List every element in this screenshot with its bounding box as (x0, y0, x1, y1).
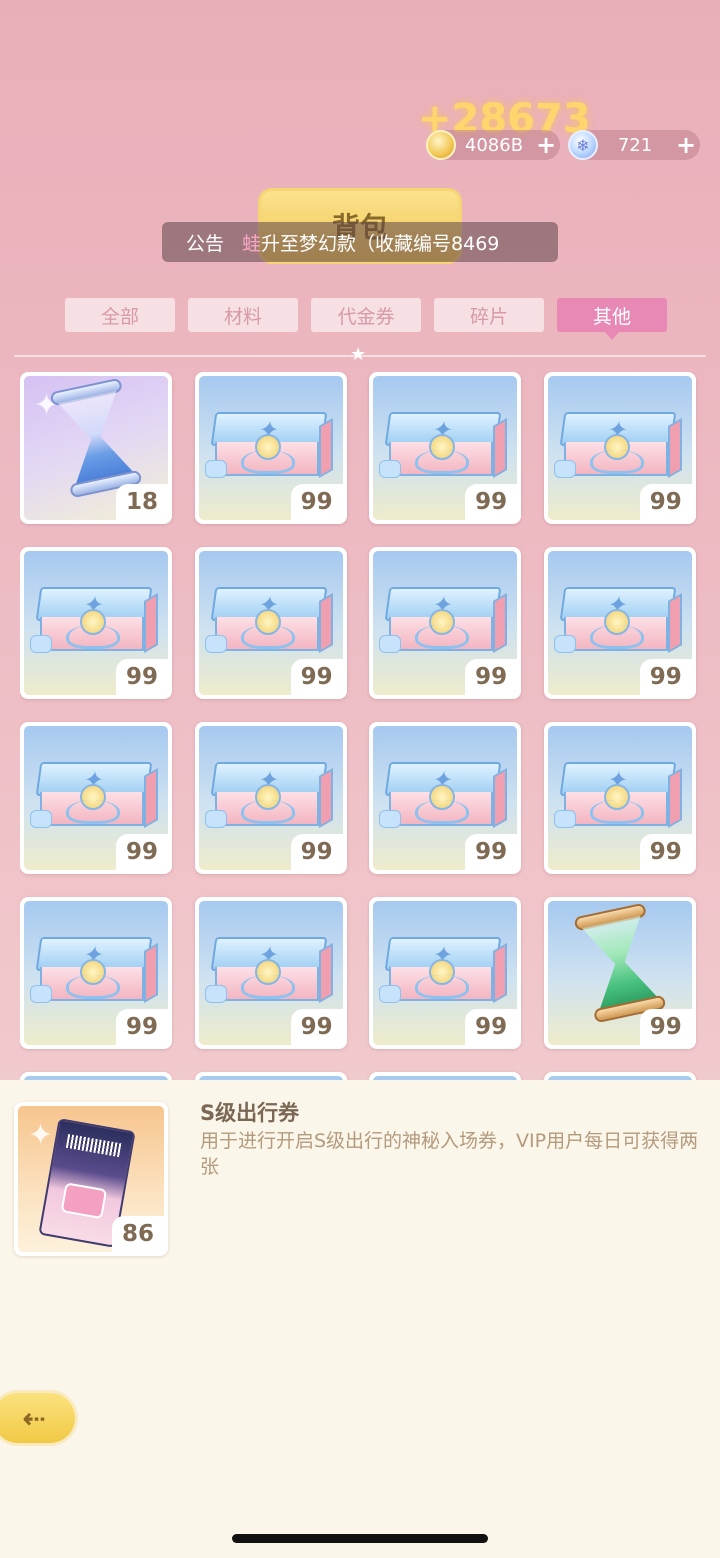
tab-fragments[interactable]: 碎片 (434, 298, 544, 332)
gift-box-icon (379, 937, 508, 1007)
add-coin-button[interactable]: + (532, 131, 560, 159)
item-grid: ✦ 18 99 99 99 99 99 99 99 99 99 99 99 (20, 372, 700, 1080)
item-slot[interactable]: 99 (194, 547, 347, 699)
add-gem-button[interactable]: + (672, 131, 700, 159)
snowflake-gem-icon: ❄ (568, 130, 598, 160)
tab-other[interactable]: 其他 (557, 298, 667, 340)
coin-amount: 4086B (464, 134, 524, 156)
tab-materials[interactable]: 材料 (188, 298, 298, 332)
item-slot[interactable]: 99 (369, 372, 522, 524)
selected-item-slot: ✦ 86 (14, 1102, 168, 1256)
home-indicator (232, 1534, 488, 1543)
star-icon: ★ (350, 344, 367, 365)
item-slot[interactable] (543, 1072, 696, 1080)
item-slot[interactable]: 99 (543, 722, 696, 874)
item-count: 99 (290, 659, 343, 695)
item-description: 用于进行开启S级出行的神秘入场券，VIP用户每日可获得两张 (200, 1130, 699, 1178)
item-slot[interactable]: ✦ 18 (20, 372, 172, 524)
notice-label: 公告 (186, 232, 225, 255)
item-count: 99 (290, 484, 343, 520)
gift-box-icon (204, 587, 333, 657)
item-count: 99 (639, 659, 692, 695)
item-count: 99 (115, 834, 168, 870)
gift-box-icon (204, 762, 333, 832)
category-tabs: 全部 材料 代金券 碎片 其他 (65, 298, 667, 340)
item-count: 99 (639, 484, 692, 520)
gift-box-icon (379, 587, 508, 657)
item-slot[interactable]: 99 (20, 897, 172, 1049)
item-count: 99 (465, 484, 518, 520)
item-count: 99 (465, 834, 518, 870)
back-button[interactable]: ⇠ (0, 1390, 78, 1446)
gift-box-icon (379, 412, 508, 482)
green-hourglass-icon (566, 901, 675, 1025)
item-count: 99 (115, 1009, 168, 1045)
tab-vouchers[interactable]: 代金券 (311, 298, 421, 332)
item-count: 99 (639, 834, 692, 870)
item-slot[interactable]: 99 (369, 897, 522, 1049)
notice-text: 升至梦幻款（收藏编号8469 (261, 232, 500, 255)
gem-amount: 721 (617, 134, 653, 156)
notice-banner: 公告 蛙 升至梦幻款（收藏编号8469 (162, 222, 558, 262)
item-count: 99 (465, 1009, 518, 1045)
item-slot[interactable]: 99 (543, 547, 696, 699)
gift-box-icon (30, 762, 158, 832)
item-slot[interactable]: 99 (369, 722, 522, 874)
gift-box-icon (30, 587, 158, 657)
tab-all[interactable]: 全部 (65, 298, 175, 332)
item-slot[interactable]: 99 (194, 722, 347, 874)
item-slot[interactable]: 99 (20, 722, 172, 874)
gift-box-icon (553, 587, 682, 657)
item-count: 99 (290, 1009, 343, 1045)
coin-balance: 4086B + (426, 130, 560, 160)
back-arrow-icon: ⇠ (22, 1401, 46, 1435)
item-name: S级出行券 (200, 1101, 300, 1125)
notice-highlight: 蛙 (242, 232, 262, 255)
gift-box-icon (204, 937, 333, 1007)
gift-box-icon (204, 412, 333, 482)
item-count: 99 (465, 659, 518, 695)
item-slot[interactable]: 99 (543, 897, 696, 1049)
sparkle-icon: ✦ (28, 1118, 54, 1153)
item-slot[interactable]: 99 (543, 372, 696, 524)
item-slot[interactable] (369, 1072, 522, 1080)
item-slot[interactable]: 99 (20, 547, 172, 699)
coin-icon (426, 130, 456, 160)
gift-box-icon (379, 762, 508, 832)
item-count: 99 (639, 1009, 692, 1045)
item-slot[interactable]: 99 (369, 547, 522, 699)
gift-box-icon (30, 937, 158, 1007)
gift-box-icon (553, 762, 682, 832)
item-count: 99 (115, 659, 168, 695)
item-slot[interactable]: 99 (194, 897, 347, 1049)
item-count: 18 (115, 484, 168, 520)
item-count: 99 (290, 834, 343, 870)
item-slot[interactable] (194, 1072, 347, 1080)
selected-item-count: 86 (111, 1216, 164, 1252)
gem-balance: ❄ 721 + (568, 130, 700, 160)
item-slot[interactable] (20, 1072, 172, 1080)
blue-hourglass-icon (42, 376, 151, 500)
gift-box-icon (553, 412, 682, 482)
item-slot[interactable]: 99 (194, 372, 347, 524)
